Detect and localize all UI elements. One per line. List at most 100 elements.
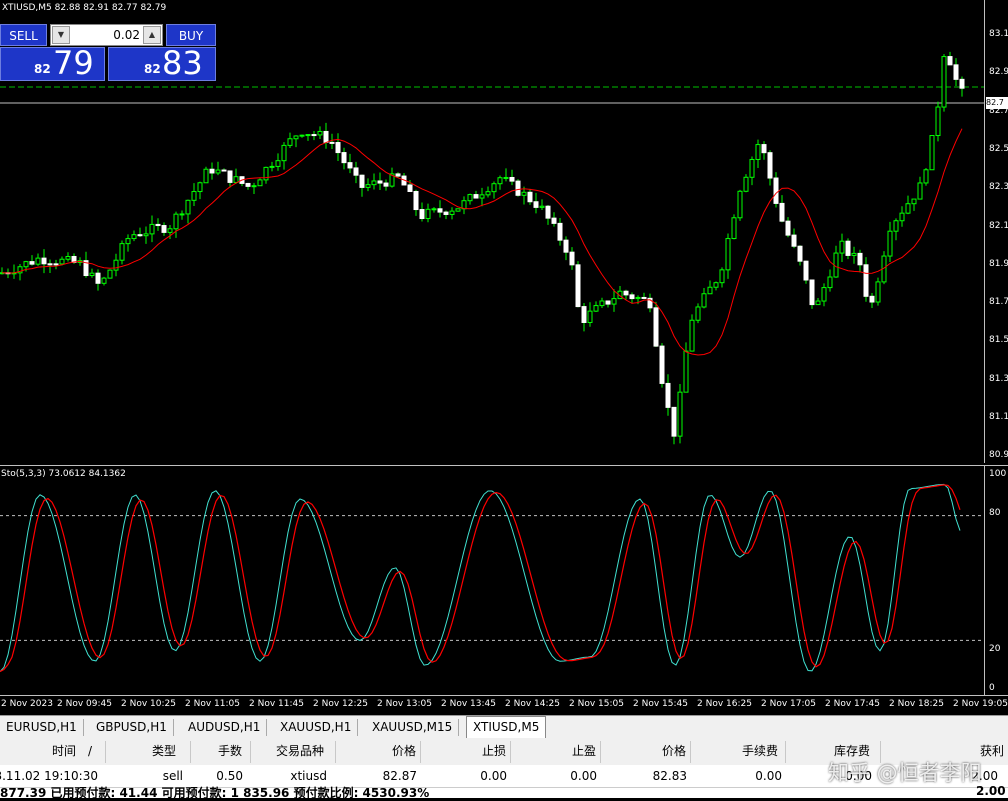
column-header[interactable]: 价格 — [392, 739, 416, 765]
candle-body — [281, 144, 287, 162]
stochastic-axis-label: 100 — [989, 469, 1007, 479]
candle-body — [221, 169, 227, 172]
column-header[interactable]: 获利 — [980, 739, 1004, 765]
column-divider — [420, 741, 421, 763]
candle-body — [23, 261, 29, 268]
candle-body — [911, 198, 917, 205]
tab-gbpusd-h1[interactable]: GBPUSD,H1 — [90, 719, 174, 736]
price-axis-label: 81.9 — [989, 258, 1008, 269]
stochastic-title: Sto(5,3,3) 73.0612 84.1362 — [1, 469, 126, 479]
candle-body — [899, 212, 905, 222]
candle-body — [887, 230, 893, 257]
candle-body — [575, 264, 581, 308]
candle-body — [125, 238, 131, 245]
time-axis-label: 2 Nov 15:45 — [633, 699, 688, 709]
buy-quote[interactable]: 82 83 — [108, 44, 216, 82]
candle-body — [317, 130, 323, 136]
candle-body — [491, 183, 497, 193]
column-divider — [785, 741, 786, 763]
sell-button[interactable]: SELL — [0, 24, 47, 46]
price-axis-label: 83.1 — [989, 29, 1008, 39]
candle-body — [785, 220, 791, 236]
table-cell: 0.00 — [570, 769, 597, 783]
candle-body — [803, 260, 809, 281]
candle-body — [869, 295, 875, 303]
column-header[interactable]: 手数 — [218, 739, 242, 765]
candle-body — [665, 382, 671, 408]
column-header[interactable]: / — [88, 739, 92, 765]
column-header[interactable]: 时间 — [52, 739, 76, 765]
candle-body — [245, 182, 251, 187]
candle-body — [761, 144, 767, 154]
tab-xauusd-h1[interactable]: XAUUSD,H1 — [274, 719, 359, 736]
candle-body — [497, 177, 503, 185]
account-status-text: 877.39 已用预付款: 41.44 可用预付款: 1 835.96 预付款比… — [0, 786, 430, 800]
candle-body — [953, 64, 959, 80]
table-cell: 82.83 — [652, 769, 687, 783]
time-axis-label: 2 Nov 14:25 — [505, 699, 560, 709]
buy-button[interactable]: BUY — [166, 24, 216, 46]
column-header[interactable]: 止损 — [482, 739, 506, 765]
candle-body — [689, 319, 695, 352]
tab-xtiusd-m5[interactable]: XTIUSD,M5 — [466, 716, 547, 738]
candle-body — [335, 142, 341, 154]
time-axis-label: 2 Nov 15:05 — [569, 699, 624, 709]
candle-body — [131, 234, 137, 240]
candle-body — [347, 162, 353, 169]
candle-body — [947, 56, 953, 66]
candle-body — [395, 173, 401, 177]
table-cell: 0.00 — [480, 769, 507, 783]
tab-eurusd-h1[interactable]: EURUSD,H1 — [0, 719, 84, 736]
price-axis-label: 82.1 — [989, 220, 1008, 231]
candle-body — [821, 287, 827, 302]
candle-body — [641, 296, 647, 299]
lot-size-value[interactable]: 0.02 — [73, 25, 140, 45]
candle-body — [89, 272, 95, 277]
column-header[interactable]: 止盈 — [572, 739, 596, 765]
stochastic-axis-label: 20 — [989, 644, 1001, 654]
candle-body — [233, 176, 239, 183]
candle-body — [65, 255, 71, 260]
candle-body — [863, 264, 869, 297]
column-header[interactable]: 价格 — [662, 739, 686, 765]
lot-decrease-icon[interactable]: ▼ — [52, 26, 70, 44]
column-header[interactable]: 交易品种 — [276, 739, 324, 765]
candle-body — [707, 286, 713, 295]
tab-audusd-h1[interactable]: AUDUSD,H1 — [182, 719, 268, 736]
stochastic-main-line — [0, 483, 961, 672]
time-axis-label: 2 Nov 09:45 — [57, 699, 112, 709]
candle-body — [467, 194, 473, 202]
candle-body — [179, 213, 185, 216]
candle-body — [755, 144, 761, 160]
candle-body — [167, 228, 173, 233]
lot-size-input[interactable]: ▼ 0.02 ▲ — [50, 24, 163, 46]
candle-body — [29, 261, 35, 265]
candle-body — [941, 56, 947, 108]
candle-body — [149, 223, 155, 235]
candle-body — [113, 259, 119, 271]
column-header[interactable]: 类型 — [152, 739, 176, 765]
stochastic-panel[interactable]: Sto(5,3,3) 73.0612 84.1362 — [0, 465, 984, 696]
candle-body — [101, 277, 107, 284]
candle-body — [95, 272, 101, 284]
candle-body — [959, 78, 965, 89]
candle-body — [419, 209, 425, 220]
candle-body — [731, 217, 737, 240]
candle-body — [851, 252, 857, 256]
column-header[interactable]: 手续费 — [742, 739, 778, 765]
candle-body — [329, 141, 335, 144]
candle-body — [143, 233, 149, 237]
candle-body — [155, 223, 161, 227]
lot-increase-icon[interactable]: ▲ — [143, 26, 161, 44]
candle-body — [923, 169, 929, 184]
candle-body — [845, 240, 851, 256]
candle-body — [905, 203, 911, 214]
buy-quote-pips: 83 — [162, 44, 203, 82]
candle-body — [539, 205, 545, 208]
sell-quote[interactable]: 82 79 — [0, 44, 105, 82]
tab-xauusd-m15[interactable]: XAUUSD,M15 — [366, 719, 460, 736]
column-divider — [105, 741, 106, 763]
candle-body — [569, 251, 575, 266]
candle-body — [797, 245, 803, 262]
candle-body — [653, 307, 659, 347]
